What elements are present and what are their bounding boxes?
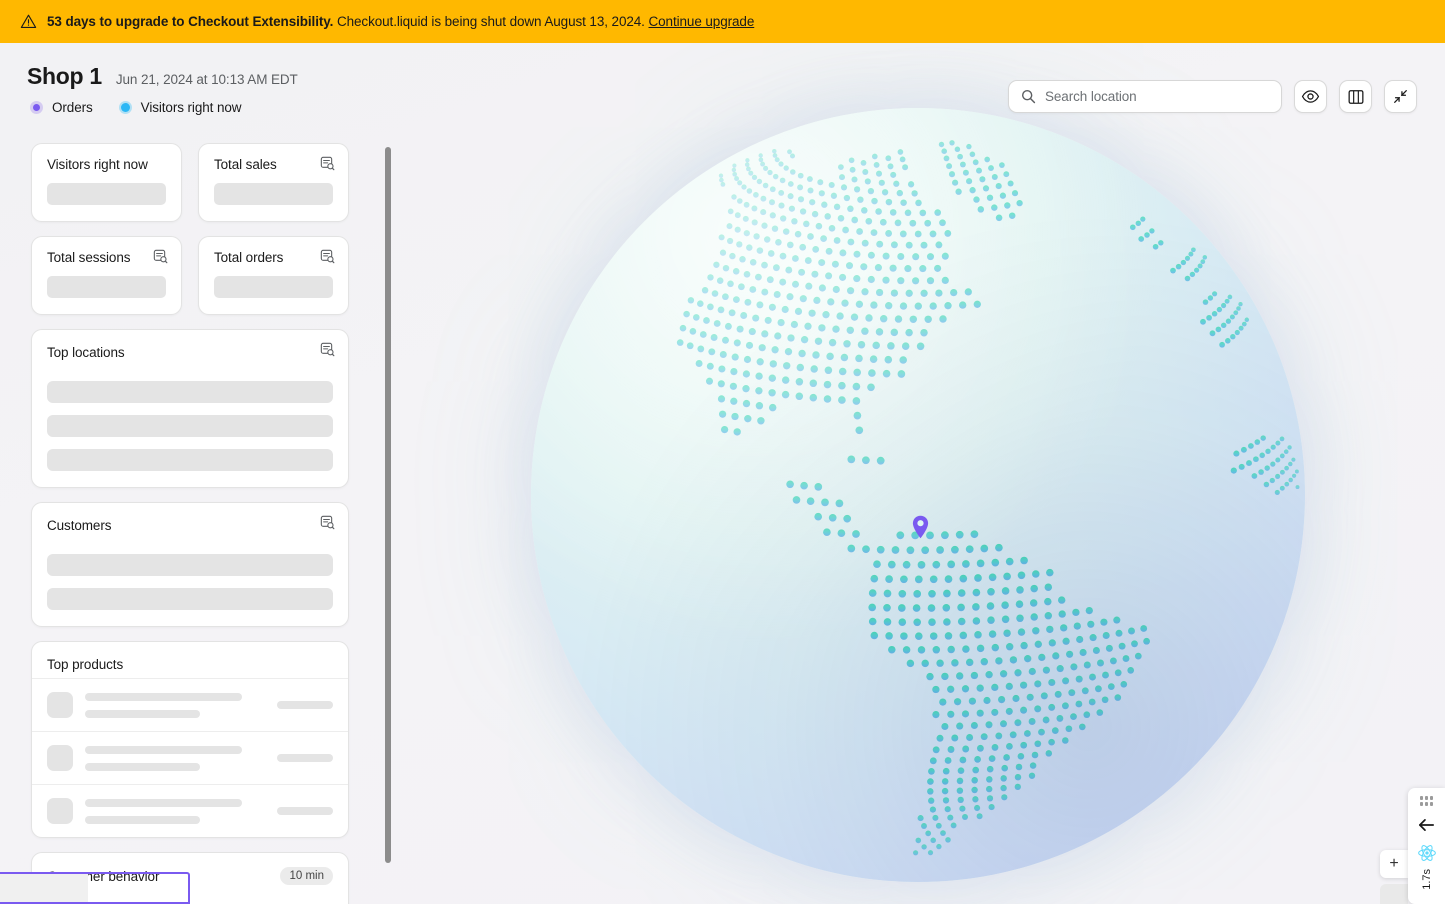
visitors-legend-dot (118, 101, 132, 114)
product-list-item[interactable] (32, 678, 348, 731)
visibility-toggle-button[interactable] (1294, 80, 1327, 113)
skeleton-amount (277, 807, 333, 815)
page-title: Shop 1 (27, 63, 102, 89)
view-report-icon[interactable] (153, 249, 168, 264)
collapse-view-button[interactable] (1384, 80, 1417, 113)
skeleton-row (47, 554, 333, 576)
location-pin-marker[interactable] (912, 515, 929, 539)
skeleton-row (47, 449, 333, 471)
continue-upgrade-link[interactable]: Continue upgrade (649, 14, 755, 29)
card-customers[interactable]: Customers (31, 502, 349, 627)
sidebar-scroll-content: Visitors right now Total sales Total ses… (0, 133, 380, 904)
sidebar-scrollbar[interactable] (385, 147, 391, 867)
card-title: Total sales (214, 157, 277, 172)
globe[interactable] (531, 108, 1305, 882)
skeleton-amount (277, 701, 333, 709)
skeleton-row (47, 588, 333, 610)
metric-row-2: Total sessions Total orders (0, 236, 380, 315)
product-list-item[interactable] (32, 784, 348, 837)
view-report-icon[interactable] (320, 249, 335, 264)
map-style-button[interactable] (1339, 80, 1372, 113)
card-top-locations[interactable]: Top locations (31, 329, 349, 488)
map-legend: Orders Visitors right now (30, 100, 242, 115)
banner-message: 53 days to upgrade to Checkout Extensibi… (47, 14, 754, 29)
legend-label-visitors: Visitors right now (140, 100, 242, 115)
search-icon (1021, 89, 1036, 104)
card-title: Customers (47, 518, 112, 533)
card-title: Total orders (214, 250, 284, 265)
orders-legend-dot (30, 101, 43, 114)
legend-label-orders: Orders (52, 100, 93, 115)
analytics-sidebar[interactable]: Visitors right now Total sales Total ses… (0, 133, 396, 904)
skeleton-row (47, 415, 333, 437)
map-icon (1348, 89, 1363, 104)
product-list-item[interactable] (32, 731, 348, 784)
card-title: Visitors right now (47, 157, 148, 172)
bottom-left-popover[interactable] (0, 872, 190, 904)
skeleton-amount (277, 754, 333, 762)
upgrade-banner: 53 days to upgrade to Checkout Extensibi… (0, 0, 1445, 43)
skeleton-value (47, 276, 166, 298)
skeleton-value (214, 183, 333, 205)
drag-dots-icon[interactable] (1419, 796, 1434, 806)
globe-dot-land (531, 108, 1305, 882)
react-atom-icon[interactable] (1417, 843, 1437, 863)
banner-headline: 53 days to upgrade to Checkout Extensibi… (47, 14, 334, 29)
devtools-render-time: 1.7s (1420, 869, 1433, 890)
view-report-icon[interactable] (320, 515, 335, 530)
skeleton-text-block (85, 798, 265, 824)
skeleton-text-block (85, 692, 265, 718)
skeleton-text-block (85, 745, 265, 771)
warning-triangle-icon (20, 14, 37, 29)
skeleton-row (47, 381, 333, 403)
status-badge: 10 min (280, 867, 333, 885)
search-location-box[interactable] (1008, 80, 1282, 113)
view-report-icon[interactable] (320, 156, 335, 171)
metric-row-1: Visitors right now Total sales (0, 143, 380, 222)
card-title: Top products (47, 657, 124, 672)
shop-identity: Shop 1 Jun 21, 2024 at 10:13 AM EDT (27, 63, 298, 90)
search-input[interactable] (1045, 89, 1269, 104)
app-root: 53 days to upgrade to Checkout Extensibi… (0, 0, 1445, 904)
popover-body (0, 874, 88, 902)
legend-item-visitors[interactable]: Visitors right now (118, 100, 242, 115)
devtools-add-button[interactable]: + (1380, 850, 1408, 878)
map-toolbar (1008, 80, 1417, 113)
card-title: Top locations (47, 345, 125, 360)
skeleton-thumbnail (47, 798, 73, 824)
card-header: Top products (32, 642, 348, 678)
back-arrow-icon[interactable] (1417, 817, 1436, 833)
skeleton-thumbnail (47, 745, 73, 771)
devtools-ghost-panel (1380, 884, 1408, 904)
card-top-products[interactable]: Top products (31, 641, 349, 838)
header-timestamp: Jun 21, 2024 at 10:13 AM EDT (115, 72, 298, 87)
devtools-toolbar[interactable]: 1.7s (1408, 788, 1445, 904)
card-visitors-right-now[interactable]: Visitors right now (31, 143, 182, 222)
eye-icon (1301, 90, 1320, 103)
skeleton-thumbnail (47, 692, 73, 718)
skeleton-value (47, 183, 166, 205)
card-total-sessions[interactable]: Total sessions (31, 236, 182, 315)
skeleton-value (214, 276, 333, 298)
banner-detail: Checkout.liquid is being shut down Augus… (336, 14, 645, 29)
view-report-icon[interactable] (320, 342, 335, 357)
card-total-orders[interactable]: Total orders (198, 236, 349, 315)
card-title: Total sessions (47, 250, 131, 265)
card-total-sales[interactable]: Total sales (198, 143, 349, 222)
legend-item-orders[interactable]: Orders (30, 100, 93, 115)
collapse-arrows-icon (1394, 90, 1407, 103)
sidebar-scrollbar-thumb[interactable] (385, 147, 391, 863)
